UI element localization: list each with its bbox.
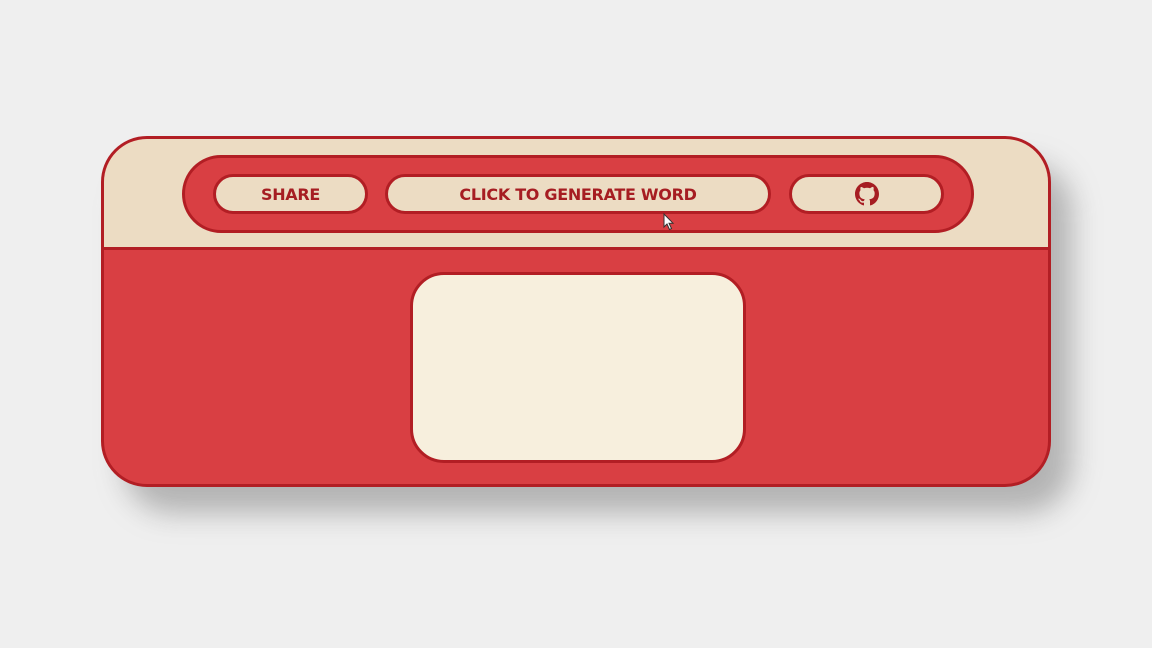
mouse-cursor-icon bbox=[663, 213, 675, 231]
generate-word-button-label: CLICK TO GENERATE WORD bbox=[459, 184, 697, 204]
share-button-label: SHARE bbox=[260, 184, 321, 204]
github-icon bbox=[854, 182, 879, 206]
word-generator-card: SHARE CLICK TO GENERATE WORD bbox=[101, 136, 1051, 487]
generate-word-button[interactable]: CLICK TO GENERATE WORD bbox=[385, 174, 771, 214]
top-bar: SHARE CLICK TO GENERATE WORD bbox=[104, 139, 1048, 250]
share-button[interactable]: SHARE bbox=[213, 174, 368, 214]
app-stage: SHARE CLICK TO GENERATE WORD bbox=[0, 0, 1152, 648]
toolbar: SHARE CLICK TO GENERATE WORD bbox=[182, 155, 974, 233]
github-button[interactable] bbox=[789, 174, 944, 214]
word-display-card bbox=[410, 272, 746, 463]
